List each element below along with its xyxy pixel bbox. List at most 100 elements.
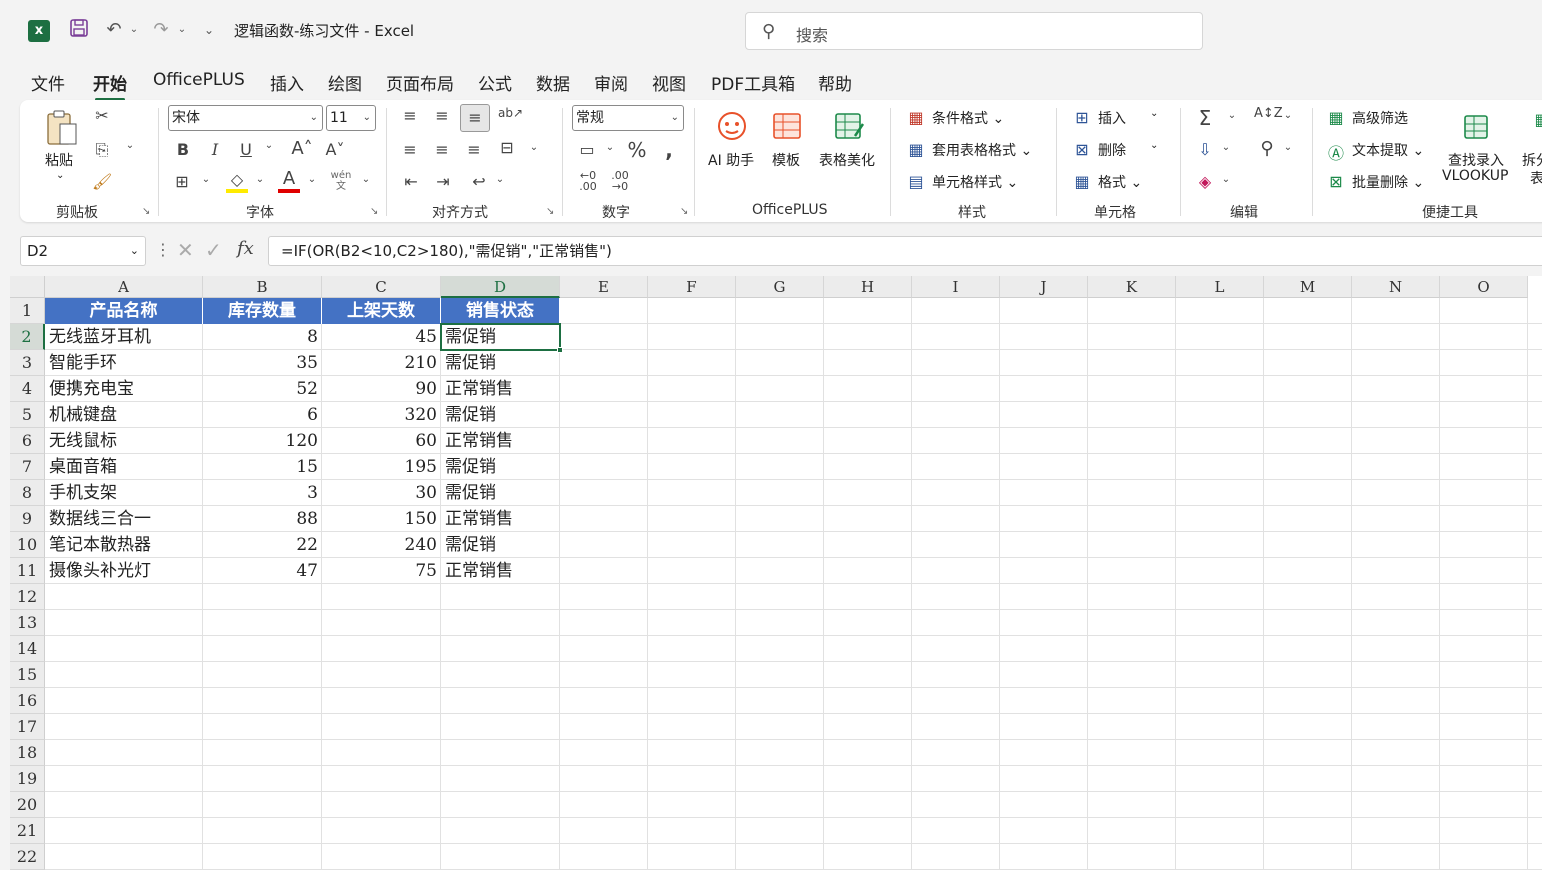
cell-b4[interactable]: 52 [203, 376, 322, 402]
advanced-filter-button[interactable]: 高级筛选 [1352, 108, 1408, 128]
ai-assistant-icon[interactable] [714, 108, 750, 144]
cell-a7[interactable]: 桌面音箱 [45, 454, 203, 480]
cell-d9[interactable]: 正常销售 [441, 506, 560, 532]
cell-c4[interactable]: 90 [322, 376, 441, 402]
save-icon[interactable] [68, 18, 90, 42]
header-cell-c1[interactable]: 上架天数 [322, 298, 441, 324]
row-header-3[interactable]: 3 [10, 350, 45, 376]
cell-c8[interactable]: 30 [322, 480, 441, 506]
font-name-select[interactable]: 宋体 ⌄ [168, 105, 323, 131]
wrap-dropdown-icon[interactable]: ⌄ [494, 174, 506, 185]
increase-font-icon[interactable]: A˄ [290, 138, 314, 159]
increase-decimal-icon[interactable]: ←0.00 [576, 170, 600, 192]
tab-page-layout[interactable]: 页面布局 [386, 70, 454, 95]
ai-assistant-button[interactable]: AI 助手 [708, 150, 754, 170]
row-header-21[interactable]: 21 [10, 818, 45, 844]
font-launcher-icon[interactable]: ↘ [370, 206, 378, 217]
cell-c10[interactable]: 240 [322, 532, 441, 558]
column-header-l[interactable]: L [1176, 276, 1264, 298]
column-header-k[interactable]: K [1088, 276, 1176, 298]
align-middle-icon[interactable]: ≡ [432, 106, 452, 125]
cell-a4[interactable]: 便携充电宝 [45, 376, 203, 402]
row-header-5[interactable]: 5 [10, 402, 45, 428]
borders-dropdown-icon[interactable]: ⌄ [200, 174, 212, 185]
redo-icon[interactable]: ↷ [150, 18, 172, 42]
column-header-m[interactable]: M [1264, 276, 1352, 298]
delete-cells-button[interactable]: 删除 [1098, 140, 1126, 160]
tab-data[interactable]: 数据 [536, 70, 570, 95]
row-header-2[interactable]: 2 [10, 324, 45, 350]
cell-c11[interactable]: 75 [322, 558, 441, 584]
cell-c9[interactable]: 150 [322, 506, 441, 532]
font-color-dropdown-icon[interactable]: ⌄ [306, 174, 318, 185]
row-header-17[interactable]: 17 [10, 714, 45, 740]
column-header-d[interactable]: D [441, 276, 560, 298]
decrease-font-icon[interactable]: A˅ [323, 140, 347, 159]
tab-home[interactable]: 开始 [93, 70, 127, 101]
tab-formulas[interactable]: 公式 [478, 70, 512, 95]
undo-dropdown-icon[interactable]: ⌄ [127, 18, 141, 42]
row-header-16[interactable]: 16 [10, 688, 45, 714]
cell-a5[interactable]: 机械键盘 [45, 402, 203, 428]
insert-dropdown-icon[interactable]: ⌄ [1150, 108, 1158, 119]
italic-icon[interactable]: I [207, 140, 223, 159]
column-header-b[interactable]: B [203, 276, 322, 298]
row-header-12[interactable]: 12 [10, 584, 45, 610]
phonetic-dropdown-icon[interactable]: ⌄ [360, 174, 372, 185]
undo-icon[interactable]: ↶ [103, 18, 125, 42]
row-header-14[interactable]: 14 [10, 636, 45, 662]
tab-draw[interactable]: 绘图 [328, 70, 362, 95]
cell-a2[interactable]: 无线蓝牙耳机 [45, 324, 203, 350]
accounting-format-icon[interactable]: ▭ [576, 140, 598, 159]
delete-dropdown-icon[interactable]: ⌄ [1150, 140, 1158, 151]
decrease-decimal-icon[interactable]: .00 →0 [608, 170, 632, 192]
align-left-icon[interactable]: ≡ [400, 140, 420, 159]
row-header-19[interactable]: 19 [10, 766, 45, 792]
cell-b10[interactable]: 22 [203, 532, 322, 558]
enter-icon[interactable]: ✓ [205, 238, 222, 262]
row-header-20[interactable]: 20 [10, 792, 45, 818]
column-header-h[interactable]: H [824, 276, 912, 298]
merge-dropdown-icon[interactable]: ⌄ [528, 142, 540, 153]
align-center-icon[interactable]: ≡ [432, 140, 452, 159]
insert-function-icon[interactable]: fx [237, 238, 254, 259]
lookup-entry-button[interactable]: 查找录入 [1448, 150, 1504, 170]
cell-styles-button[interactable]: 单元格样式 ⌄ [932, 172, 1018, 192]
increase-indent-icon[interactable]: ⇥ [432, 172, 454, 191]
conditional-format-button[interactable]: 条件格式 ⌄ [932, 108, 1004, 128]
cell-b8[interactable]: 3 [203, 480, 322, 506]
insert-cells-button[interactable]: 插入 [1098, 108, 1126, 128]
bold-icon[interactable]: B [175, 140, 191, 159]
table-beautify-icon[interactable] [832, 110, 866, 144]
header-cell-a1[interactable]: 产品名称 [45, 298, 203, 324]
cell-a11[interactable]: 摄像头补光灯 [45, 558, 203, 584]
phonetic-guide-icon[interactable]: wén 文 [330, 170, 352, 192]
column-header-i[interactable]: I [912, 276, 1000, 298]
cell-d3[interactable]: 需促销 [441, 350, 560, 376]
cell-a3[interactable]: 智能手环 [45, 350, 203, 376]
table-beautify-button[interactable]: 表格美化 [819, 150, 875, 170]
row-header-4[interactable]: 4 [10, 376, 45, 402]
tab-file[interactable]: 文件 [31, 70, 65, 95]
template-button[interactable]: 模板 [772, 150, 800, 170]
borders-icon[interactable]: ⊞ [172, 172, 192, 191]
cell-a9[interactable]: 数据线三合一 [45, 506, 203, 532]
row-header-10[interactable]: 10 [10, 532, 45, 558]
column-header-j[interactable]: J [1000, 276, 1088, 298]
row-header-6[interactable]: 6 [10, 428, 45, 454]
cancel-icon[interactable]: ✕ [177, 238, 194, 262]
cell-a10[interactable]: 笔记本散热器 [45, 532, 203, 558]
worksheet-grid[interactable]: ABCDEFGHIJKLMNO 1 2 3 4 5 6 7 8 9 10 11 12 13 14 15 16 1… [10, 276, 1542, 870]
tab-insert[interactable]: 插入 [270, 70, 304, 95]
comma-style-icon[interactable]: , [660, 138, 678, 162]
tab-view[interactable]: 视图 [652, 70, 686, 95]
split-table-icon[interactable]: ▦ [1532, 110, 1542, 129]
text-extract-button[interactable]: 文本提取 ⌄ [1352, 140, 1424, 160]
split-table-button[interactable]: 拆分 [1522, 150, 1542, 170]
cell-b6[interactable]: 120 [203, 428, 322, 454]
paste-icon[interactable] [42, 108, 82, 148]
autosum-dropdown-icon[interactable]: ⌄ [1226, 110, 1238, 121]
column-header-c[interactable]: C [322, 276, 441, 298]
cell-d11[interactable]: 正常销售 [441, 558, 560, 584]
underline-dropdown-icon[interactable]: ⌄ [263, 140, 275, 151]
